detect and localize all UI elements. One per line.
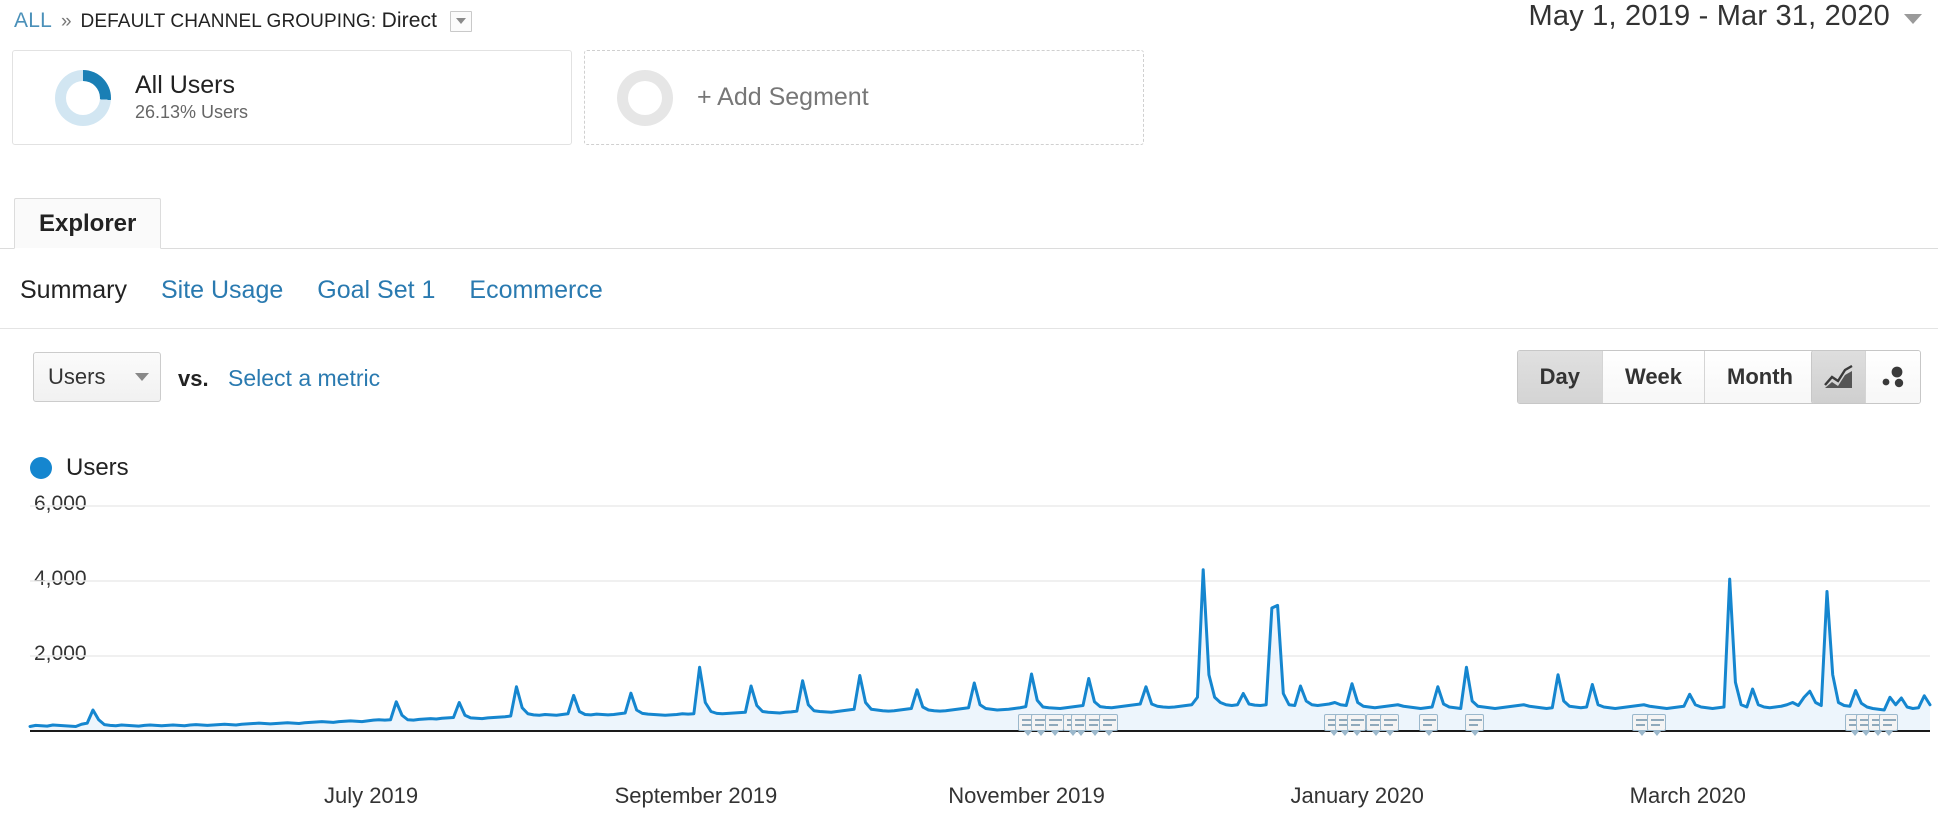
tab-strip-divider xyxy=(0,248,1938,249)
annotation-marker[interactable] xyxy=(1419,714,1439,736)
line-chart-button[interactable] xyxy=(1812,351,1866,403)
metric-toolbar: Users vs. Select a metric Day Week Month xyxy=(0,340,1938,422)
x-axis-tick-0: July 2019 xyxy=(323,783,419,808)
segment-title: All Users xyxy=(135,70,236,99)
breadcrumb-dimension-value: Direct xyxy=(381,9,438,32)
annotation-marker[interactable] xyxy=(1098,714,1118,736)
annotation-marker[interactable] xyxy=(1379,714,1399,736)
breadcrumb-all-link[interactable]: ALL xyxy=(14,9,52,33)
chart-type-toggle-group xyxy=(1811,350,1921,404)
segment-card-all-users[interactable]: All Users 26.13% Users xyxy=(12,50,572,145)
line-chart-icon xyxy=(1823,365,1853,388)
sub-navigation-divider xyxy=(0,328,1938,329)
users-over-time-chart: Users 2,000 4,000 6,000 July 2019 Septemb… xyxy=(0,426,1938,828)
select-secondary-metric-link[interactable]: Select a metric xyxy=(228,365,380,392)
granularity-toggle-group: Day Week Month xyxy=(1516,350,1816,404)
annotation-marker[interactable] xyxy=(1045,714,1065,736)
breadcrumb-separator: » xyxy=(60,10,72,32)
date-range-picker[interactable]: May 1, 2019 - Mar 31, 2020 xyxy=(1529,0,1922,33)
add-segment-label: + Add Segment xyxy=(697,83,869,111)
date-range-label: May 1, 2019 - Mar 31, 2020 xyxy=(1528,0,1890,32)
x-axis-labels: July 2019 September 2019 November 2019 Janu… xyxy=(0,781,1938,815)
chevron-down-icon xyxy=(1904,13,1922,24)
primary-metric-label: Users xyxy=(48,364,106,389)
sub-navigation: Summary Site Usage Goal Set 1 Ecommerce xyxy=(20,276,603,305)
x-axis-tick-3: January 2020 xyxy=(1290,783,1424,808)
primary-metric-select[interactable]: Users xyxy=(33,352,161,402)
empty-donut-icon xyxy=(617,69,673,126)
annotation-marker[interactable] xyxy=(1647,714,1667,736)
breadcrumb-current: DEFAULT CHANNEL GROUPING: Direct xyxy=(81,9,438,33)
motion-chart-button[interactable] xyxy=(1866,351,1920,403)
granularity-month-button[interactable]: Month xyxy=(1705,351,1815,403)
segment-bar: All Users 26.13% Users + Add Segment xyxy=(12,50,1144,145)
annotation-marker[interactable] xyxy=(1465,714,1484,736)
chevron-down-icon xyxy=(456,18,467,24)
breadcrumb-dropdown-button[interactable] xyxy=(450,10,473,32)
analytics-page: ALL » DEFAULT CHANNEL GROUPING: Direct M… xyxy=(0,0,1938,828)
granularity-week-button[interactable]: Week xyxy=(1602,351,1706,403)
breadcrumb: ALL » DEFAULT CHANNEL GROUPING: Direct xyxy=(14,6,473,36)
subnav-item-goal-set-1[interactable]: Goal Set 1 xyxy=(317,276,435,305)
chevron-down-icon xyxy=(135,373,149,381)
x-axis-tick-1: September 2019 xyxy=(614,783,778,808)
granularity-day-button[interactable]: Day xyxy=(1517,351,1603,403)
annotation-marker[interactable] xyxy=(1347,714,1367,736)
annotation-marker[interactable] xyxy=(1879,714,1899,736)
x-axis-tick-2: November 2019 xyxy=(948,783,1105,808)
subnav-item-site-usage[interactable]: Site Usage xyxy=(161,276,283,305)
vs-label: vs. xyxy=(178,366,209,391)
subnav-item-ecommerce[interactable]: Ecommerce xyxy=(469,276,602,305)
add-segment-button[interactable]: + Add Segment xyxy=(584,50,1144,145)
tab-explorer-label: Explorer xyxy=(39,209,137,237)
segment-donut-chart xyxy=(55,69,111,126)
legend-color-swatch xyxy=(30,457,52,479)
segment-subtitle: 26.13% Users xyxy=(135,102,249,123)
x-axis-tick-4: March 2020 xyxy=(1629,783,1746,808)
subnav-item-summary[interactable]: Summary xyxy=(20,276,127,305)
motion-chart-icon xyxy=(1882,366,1904,388)
tab-explorer[interactable]: Explorer xyxy=(14,198,162,249)
legend-label-users: Users xyxy=(66,454,129,481)
chart-legend: Users xyxy=(30,454,129,482)
breadcrumb-dimension-label: DEFAULT CHANNEL GROUPING: xyxy=(80,11,377,32)
